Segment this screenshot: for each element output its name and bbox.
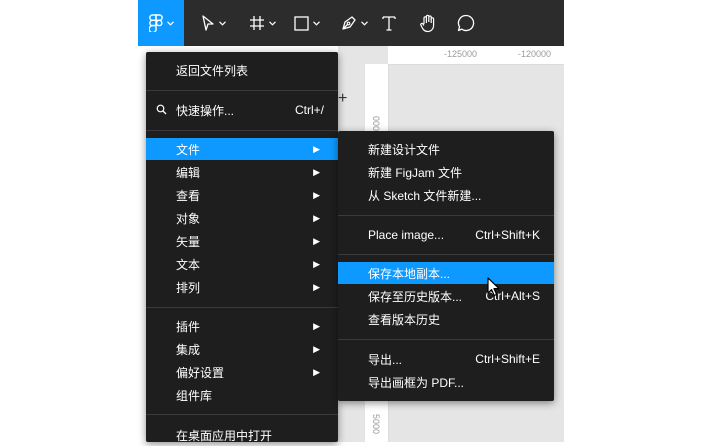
menu-item-label: 新建 FigJam 文件 bbox=[368, 165, 463, 180]
menu-item-view[interactable]: 查看 ▶ bbox=[146, 184, 338, 206]
menu-item-object[interactable]: 对象 ▶ bbox=[146, 207, 338, 229]
menu-item-integrations[interactable]: 集成 ▶ bbox=[146, 338, 338, 360]
main-menu: 返回文件列表 快速操作... Ctrl+/ 文件 ▶ 编辑 ▶ 查看 ▶ 对象 … bbox=[146, 52, 338, 443]
main-menu-button[interactable] bbox=[138, 0, 184, 46]
submenu-arrow-icon: ▶ bbox=[313, 320, 320, 331]
menu-item-shortcut: Ctrl+/ bbox=[294, 103, 324, 117]
menu-item-label: 快速操作... bbox=[176, 103, 235, 118]
comment-tool[interactable] bbox=[454, 0, 478, 46]
submenu-arrow-icon: ▶ bbox=[313, 281, 320, 292]
menu-divider bbox=[146, 90, 338, 91]
menu-item-label: 查看 bbox=[176, 188, 201, 203]
mouse-cursor-icon bbox=[487, 277, 500, 297]
menu-item-libraries[interactable]: 组件库 bbox=[146, 384, 338, 406]
menu-item-label: 导出... bbox=[368, 352, 403, 367]
chevron-down-icon bbox=[166, 20, 174, 26]
submenu-arrow-icon: ▶ bbox=[313, 166, 320, 177]
add-page-button[interactable]: + bbox=[338, 90, 347, 108]
menu-divider bbox=[338, 254, 554, 255]
menu-item-label: 插件 bbox=[176, 319, 201, 334]
file-submenu: 新建设计文件 新建 FigJam 文件 从 Sketch 文件新建... Pla… bbox=[338, 131, 554, 401]
menu-item-label: 查看版本历史 bbox=[368, 312, 441, 327]
menu-item-new-figjam-file[interactable]: 新建 FigJam 文件 bbox=[338, 161, 554, 183]
horizontal-ruler: -125000 -120000 bbox=[388, 46, 564, 65]
menu-item-label: 返回文件列表 bbox=[176, 63, 249, 78]
move-tool[interactable] bbox=[194, 0, 232, 46]
search-icon bbox=[156, 104, 167, 115]
menu-item-label: 导出画框为 PDF... bbox=[368, 375, 465, 390]
comment-icon bbox=[457, 14, 475, 32]
hand-icon bbox=[420, 14, 435, 32]
submenu-arrow-icon: ▶ bbox=[313, 143, 320, 154]
menu-item-export-frames-to-pdf[interactable]: 导出画框为 PDF... bbox=[338, 371, 554, 393]
submenu-arrow-icon: ▶ bbox=[313, 235, 320, 246]
menu-item-label: 在桌面应用中打开 bbox=[176, 428, 273, 443]
submenu-arrow-icon: ▶ bbox=[313, 366, 320, 377]
chevron-down-icon bbox=[218, 20, 226, 26]
menu-item-label: 新建设计文件 bbox=[368, 142, 441, 157]
pen-tool[interactable] bbox=[334, 0, 374, 46]
chevron-down-icon bbox=[313, 20, 320, 26]
menu-item-back-to-files[interactable]: 返回文件列表 bbox=[146, 59, 338, 81]
menu-item-shortcut: Ctrl+Shift+E bbox=[475, 352, 540, 366]
menu-item-label: Place image... bbox=[368, 228, 445, 242]
menu-item-label: 编辑 bbox=[176, 165, 201, 180]
menu-item-arrange[interactable]: 排列 ▶ bbox=[146, 276, 338, 298]
ruler-label: -120000 bbox=[518, 49, 552, 59]
menu-item-text[interactable]: 文本 ▶ bbox=[146, 253, 338, 275]
menu-divider bbox=[338, 215, 554, 216]
menu-item-label: 组件库 bbox=[176, 388, 213, 403]
menu-item-shortcut: Ctrl+Shift+K bbox=[475, 228, 540, 242]
frame-tool[interactable] bbox=[242, 0, 282, 46]
menu-item-label: 文本 bbox=[176, 257, 201, 272]
menu-item-save-local-copy[interactable]: 保存本地副本... bbox=[338, 262, 554, 284]
menu-item-label: 集成 bbox=[176, 342, 201, 357]
menu-item-plugins[interactable]: 插件 ▶ bbox=[146, 315, 338, 337]
pen-icon bbox=[341, 16, 356, 30]
submenu-arrow-icon: ▶ bbox=[313, 258, 320, 269]
menu-divider bbox=[146, 414, 338, 415]
menu-item-place-image[interactable]: Place image... Ctrl+Shift+K bbox=[338, 224, 554, 246]
figma-logo-icon bbox=[148, 14, 163, 32]
ruler-label: -125000 bbox=[444, 49, 478, 59]
frame-icon bbox=[249, 16, 264, 30]
menu-divider bbox=[146, 307, 338, 308]
text-tool[interactable] bbox=[378, 0, 400, 46]
menu-divider bbox=[146, 130, 338, 131]
menu-item-show-version-history[interactable]: 查看版本历史 bbox=[338, 308, 554, 330]
menu-item-open-in-desktop[interactable]: 在桌面应用中打开 bbox=[146, 424, 338, 446]
submenu-arrow-icon: ▶ bbox=[313, 189, 320, 200]
menu-item-label: 保存至历史版本... bbox=[368, 289, 463, 304]
rectangle-icon bbox=[294, 15, 309, 31]
toolbar bbox=[138, 0, 564, 46]
menu-item-quick-actions[interactable]: 快速操作... Ctrl+/ bbox=[146, 99, 338, 121]
text-icon bbox=[382, 16, 396, 31]
menu-item-label: 文件 bbox=[176, 142, 201, 157]
hand-tool[interactable] bbox=[416, 0, 440, 46]
move-arrow-icon bbox=[201, 15, 214, 31]
menu-item-label: 对象 bbox=[176, 211, 201, 226]
ruler-label: 5000 bbox=[371, 414, 381, 435]
menu-item-label: 保存本地副本... bbox=[368, 266, 451, 281]
menu-item-label: 从 Sketch 文件新建... bbox=[368, 188, 482, 203]
menu-item-label: 矢量 bbox=[176, 234, 201, 249]
menu-item-new-design-file[interactable]: 新建设计文件 bbox=[338, 138, 554, 160]
chevron-down-icon bbox=[360, 20, 368, 26]
menu-item-save-to-version-history[interactable]: 保存至历史版本... Ctrl+Alt+S bbox=[338, 285, 554, 307]
menu-item-export[interactable]: 导出... Ctrl+Shift+E bbox=[338, 348, 554, 370]
menu-item-preferences[interactable]: 偏好设置 ▶ bbox=[146, 361, 338, 383]
submenu-arrow-icon: ▶ bbox=[313, 212, 320, 223]
menu-item-vector[interactable]: 矢量 ▶ bbox=[146, 230, 338, 252]
menu-item-edit[interactable]: 编辑 ▶ bbox=[146, 161, 338, 183]
menu-divider bbox=[338, 339, 554, 340]
chevron-down-icon bbox=[268, 20, 276, 26]
menu-item-file[interactable]: 文件 ▶ bbox=[146, 138, 338, 160]
submenu-arrow-icon: ▶ bbox=[313, 343, 320, 354]
menu-item-new-from-sketch[interactable]: 从 Sketch 文件新建... bbox=[338, 184, 554, 206]
menu-item-label: 排列 bbox=[176, 280, 201, 295]
menu-item-label: 偏好设置 bbox=[176, 365, 225, 380]
shape-tool[interactable] bbox=[288, 0, 326, 46]
